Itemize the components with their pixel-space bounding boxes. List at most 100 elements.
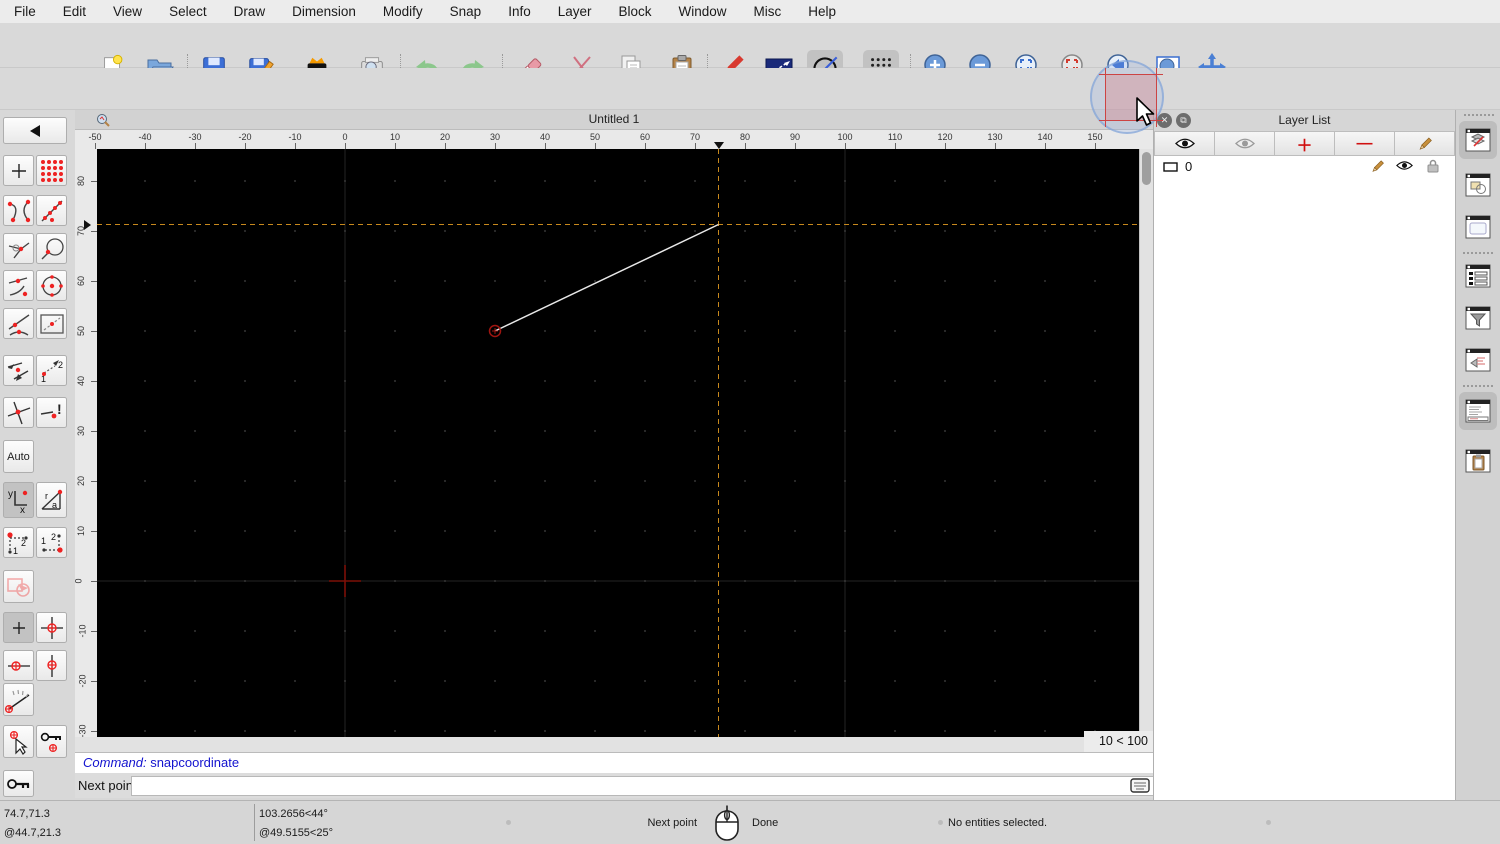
clipboard-widget-button[interactable]	[1459, 442, 1497, 480]
horizontal-scrollbar[interactable]	[75, 737, 1084, 752]
menu-item-misc[interactable]: Misc	[754, 4, 782, 19]
v-ruler-label: -20	[77, 674, 88, 688]
remove-layer-button[interactable]: —	[1335, 131, 1395, 156]
grid-dot	[394, 430, 396, 432]
grid-dot	[444, 180, 446, 182]
snap-center-button[interactable]	[36, 270, 67, 301]
block-list-widget-button[interactable]	[1459, 166, 1497, 204]
menu-item-info[interactable]: Info	[508, 4, 531, 19]
back-button[interactable]	[3, 117, 67, 144]
command-line-widget-button[interactable]	[1459, 392, 1497, 430]
restrict-horizontal-button[interactable]	[3, 650, 34, 681]
entity-list-widget-icon	[1465, 264, 1491, 288]
show-all-layers-button[interactable]	[1154, 131, 1215, 156]
grid-dot	[494, 580, 496, 582]
auto-snap-button[interactable]: Auto	[3, 440, 34, 473]
snap-order-button[interactable]: 12	[36, 355, 67, 386]
grid-dot	[344, 430, 346, 432]
vertical-scrollbar[interactable]	[1139, 149, 1153, 737]
hide-all-layers-button[interactable]	[1215, 131, 1275, 156]
layer-row[interactable]: 0	[1154, 156, 1455, 177]
snap-grid-button[interactable]	[36, 155, 67, 186]
grid-dot	[894, 230, 896, 232]
edit-layer-button[interactable]	[1395, 131, 1455, 156]
menu-item-help[interactable]: Help	[808, 4, 836, 19]
dock-separator	[1463, 385, 1493, 387]
snap-distance-button[interactable]	[36, 233, 67, 264]
snap-free-button[interactable]	[3, 155, 34, 186]
splitter-dot[interactable]	[506, 820, 511, 825]
add-layer-button[interactable]: ＋	[1275, 131, 1335, 156]
grid-dot	[594, 530, 596, 532]
scrollbar-thumb[interactable]	[1142, 152, 1151, 185]
angle-gauge-button[interactable]	[3, 683, 34, 716]
filter-widget-button[interactable]	[1459, 299, 1497, 337]
lock-icon[interactable]	[1427, 159, 1439, 173]
dock-handle[interactable]	[1464, 114, 1494, 116]
snap-intersection-manual-button[interactable]: !	[36, 397, 67, 428]
origin-cross	[329, 565, 361, 597]
construction-box-icon[interactable]	[1163, 161, 1178, 172]
snap-intersection-icon	[7, 401, 30, 424]
coordinate-cartesian-button[interactable]: yx	[3, 482, 34, 518]
lock-relative-zero-button[interactable]	[36, 725, 67, 758]
menu-item-block[interactable]: Block	[619, 4, 652, 19]
menu-item-dimension[interactable]: Dimension	[292, 4, 356, 19]
menu-item-file[interactable]: File	[14, 4, 36, 19]
menu-item-modify[interactable]: Modify	[383, 4, 423, 19]
v-ruler-label: 0	[75, 578, 84, 583]
layer-list-titlebar[interactable]: ✕ ⧉ Layer List	[1154, 110, 1455, 131]
grid-dot	[1094, 480, 1096, 482]
menu-item-view[interactable]: View	[113, 4, 142, 19]
snap-perpendicular-button[interactable]	[3, 233, 34, 264]
menu-item-select[interactable]: Select	[169, 4, 207, 19]
v-ruler-label: 50	[76, 325, 87, 337]
order-points-a-button[interactable]: 12	[3, 527, 34, 558]
h-ruler-label: 80	[739, 132, 751, 142]
layer-list-widget-button[interactable]	[1459, 121, 1497, 159]
grid-dot	[744, 680, 746, 682]
menu-item-layer[interactable]: Layer	[558, 4, 592, 19]
snap-on-entity-button[interactable]	[36, 195, 67, 226]
menu-item-snap[interactable]: Snap	[450, 4, 482, 19]
menu-item-edit[interactable]: Edit	[63, 4, 86, 19]
snap-tangent-button[interactable]	[3, 308, 34, 339]
grid-dot	[594, 630, 596, 632]
snap-entity-arrows-button[interactable]	[3, 355, 34, 386]
grid-dot	[844, 580, 846, 582]
restrict-vertical-button[interactable]	[36, 650, 67, 681]
keyboard-icon[interactable]	[1130, 778, 1150, 793]
library-browser-widget-button[interactable]	[1459, 208, 1497, 246]
grid-dot	[244, 680, 246, 682]
restrict-nothing-button[interactable]	[3, 612, 34, 643]
grid-dot	[544, 630, 546, 632]
snap-intersection-button[interactable]	[3, 397, 34, 428]
grid-dot	[144, 230, 146, 232]
set-relative-zero-button[interactable]	[3, 725, 34, 758]
grid-dot	[1044, 480, 1046, 482]
drawing-canvas[interactable]	[97, 149, 1139, 737]
coordinate-polar-button[interactable]: ra	[36, 482, 67, 518]
snap-middle-button[interactable]	[3, 270, 34, 301]
restrict-orthogonal-icon	[40, 616, 63, 639]
right-dock	[1455, 110, 1500, 800]
grid-dot	[994, 530, 996, 532]
command-widget-button[interactable]	[1459, 341, 1497, 379]
layer-name: 0	[1185, 159, 1193, 174]
select-entity-button[interactable]	[3, 570, 34, 603]
menu-item-draw[interactable]: Draw	[234, 4, 266, 19]
visible-eye-icon[interactable]	[1396, 160, 1413, 171]
command-input[interactable]	[131, 776, 1187, 796]
menu-item-window[interactable]: Window	[679, 4, 727, 19]
restrict-orthogonal-button[interactable]	[36, 612, 67, 643]
entity-list-widget-button[interactable]	[1459, 257, 1497, 295]
key-button[interactable]	[3, 770, 34, 797]
document-titlebar[interactable]: Untitled 1	[75, 110, 1153, 130]
grid-dot	[994, 730, 996, 732]
grid-dot	[194, 680, 196, 682]
snap-endpoints-button[interactable]	[3, 195, 34, 226]
order-points-b-button[interactable]: 12	[36, 527, 67, 558]
snap-restriction-button[interactable]	[36, 308, 67, 339]
edit-pencil-icon[interactable]	[1370, 159, 1385, 174]
grid-dot	[794, 180, 796, 182]
